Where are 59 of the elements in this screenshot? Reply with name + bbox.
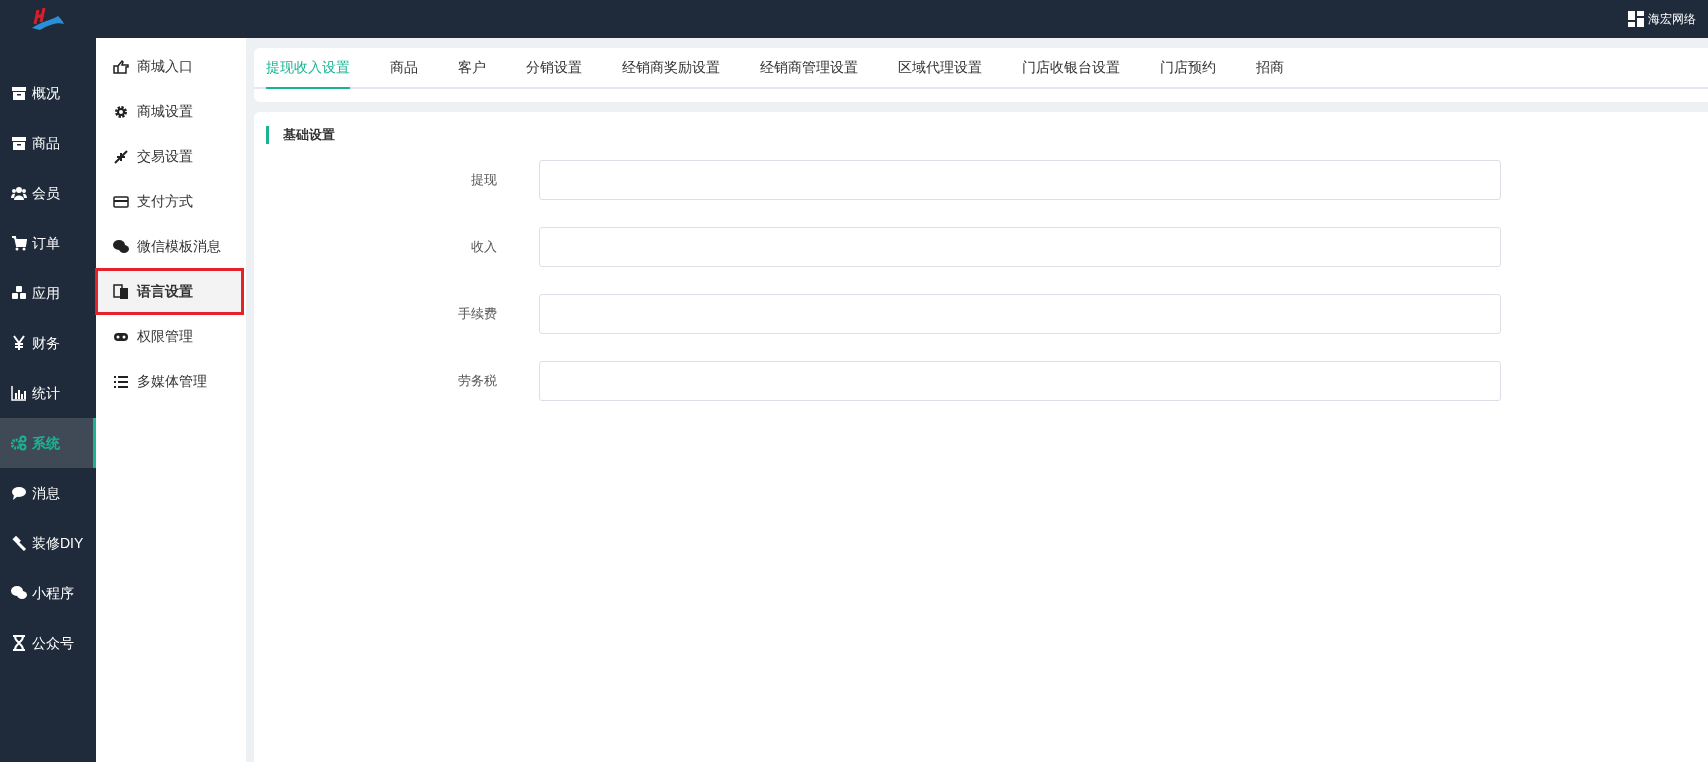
settings-menu-item[interactable]: 商城入口 xyxy=(96,44,246,89)
hourglass-icon xyxy=(11,635,27,651)
settings-menu-item[interactable]: 支付方式 xyxy=(96,179,246,224)
input-field[interactable] xyxy=(539,227,1501,267)
speech-bubble-icon xyxy=(11,485,27,501)
settings-menu-item[interactable]: 多媒体管理 xyxy=(96,359,246,404)
nav-item[interactable]: 财务 xyxy=(0,318,96,368)
hammer-icon xyxy=(11,535,27,551)
nav-item[interactable]: 商品 xyxy=(0,118,96,168)
settings-menu-item[interactable]: 语言设置 xyxy=(96,269,243,314)
archive-box-icon xyxy=(11,135,27,151)
tab[interactable]: 招商 xyxy=(1256,48,1284,89)
user-name[interactable]: 海宏网络 xyxy=(1648,10,1696,28)
yen-icon xyxy=(11,335,27,351)
nav-item[interactable]: 应用 xyxy=(0,268,96,318)
field-label: 手续费 xyxy=(457,305,497,324)
users-icon xyxy=(11,185,27,201)
tab[interactable]: 经销商奖励设置 xyxy=(622,48,720,89)
archive-box-icon xyxy=(11,85,27,101)
field-label: 提现 xyxy=(470,171,497,190)
gears-icon xyxy=(11,435,27,451)
grid-icon[interactable] xyxy=(1628,11,1644,27)
nav-item[interactable]: 装修DIY xyxy=(0,518,96,568)
settings-menu-item[interactable]: 微信模板消息 xyxy=(96,224,246,269)
chat-bubbles-icon xyxy=(113,238,129,255)
settings-menu-item[interactable]: 权限管理 xyxy=(96,314,246,359)
cart-icon xyxy=(11,235,27,251)
input-field[interactable] xyxy=(539,361,1501,401)
tab[interactable]: 门店预约 xyxy=(1160,48,1216,89)
field-label: 劳务税 xyxy=(457,372,497,391)
nav-item[interactable]: 统计 xyxy=(0,368,96,418)
list-icon xyxy=(113,373,129,390)
compress-arrows-icon xyxy=(113,148,129,165)
nav-item[interactable]: 会员 xyxy=(0,168,96,218)
settings-icon xyxy=(113,103,129,120)
field-label: 收入 xyxy=(470,238,497,257)
tab[interactable]: 门店收银台设置 xyxy=(1022,48,1120,89)
nav-item[interactable]: 消息 xyxy=(0,468,96,518)
settings-menu-item[interactable]: 商城设置 xyxy=(96,89,246,134)
tab[interactable]: 商品 xyxy=(390,48,418,89)
pointing-hand-icon xyxy=(113,58,129,75)
logo-icon xyxy=(30,6,66,32)
nav-item[interactable]: 订单 xyxy=(0,218,96,268)
nav-item[interactable]: 小程序 xyxy=(0,568,96,618)
nav-item[interactable]: 概况 xyxy=(0,68,96,118)
input-field[interactable] xyxy=(539,294,1501,334)
nav-item[interactable]: 公众号 xyxy=(0,618,96,668)
bar-chart-icon xyxy=(11,385,27,401)
tab[interactable]: 经销商管理设置 xyxy=(760,48,858,89)
chat-bubbles-icon xyxy=(11,585,27,601)
input-field[interactable] xyxy=(539,160,1501,200)
section-title: 基础设置 xyxy=(283,126,335,145)
credit-card-icon xyxy=(113,193,129,210)
settings-menu-item[interactable]: 交易设置 xyxy=(96,134,246,179)
cubes-icon xyxy=(11,285,27,301)
tab[interactable]: 客户 xyxy=(458,48,486,89)
tab[interactable]: 分销设置 xyxy=(526,48,582,89)
translate-icon xyxy=(113,283,129,300)
tab[interactable]: 区域代理设置 xyxy=(898,48,982,89)
